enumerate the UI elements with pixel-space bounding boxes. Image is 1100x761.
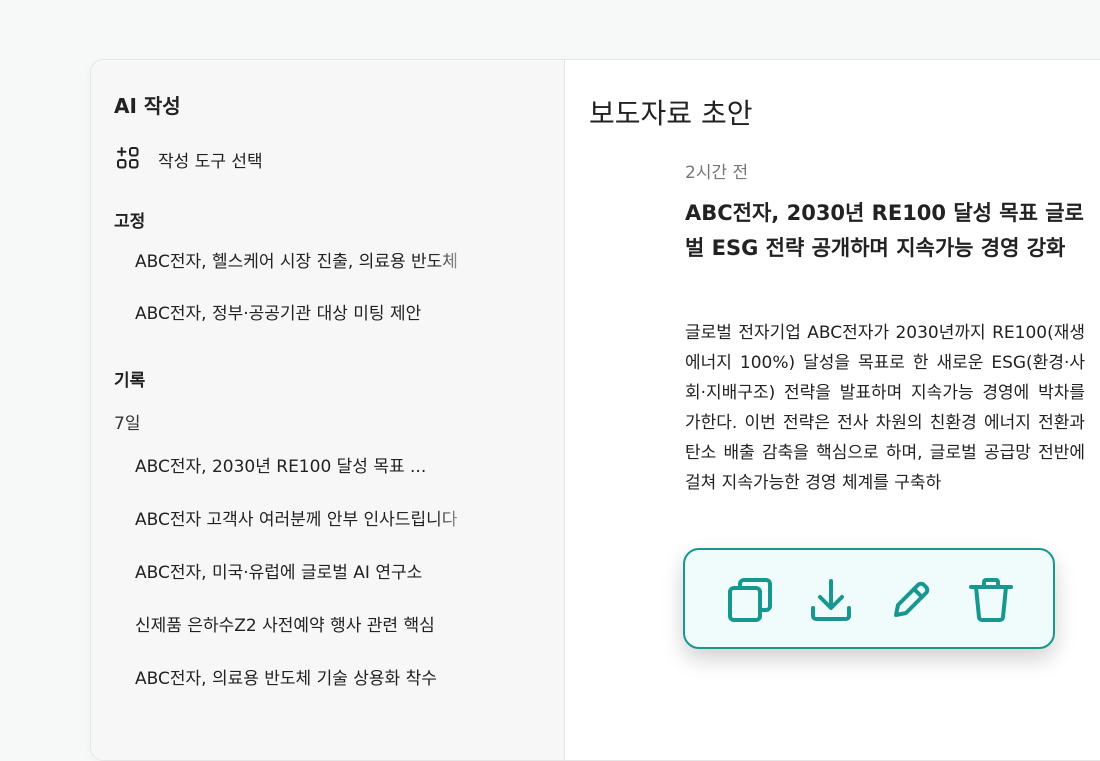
timestamp: 2시간 전 bbox=[685, 163, 749, 183]
copy-button[interactable] bbox=[726, 576, 774, 624]
pinned-item[interactable]: ABC전자, 정부·공공기관 대상 미팅 제안 bbox=[135, 299, 477, 329]
document-body: 글로벌 전자기업 ABC전자가 2030년까지 RE100(재생에너지 100%… bbox=[685, 323, 1085, 493]
history-item[interactable]: ABC전자 고객사 여러분께 안부 인사드립니다 bbox=[135, 505, 477, 535]
history-item[interactable]: ABC전자, 의료용 반도체 기술 상용화 착수 bbox=[135, 664, 477, 694]
sidebar-title: AI 작성 bbox=[114, 94, 181, 118]
edit-icon bbox=[894, 581, 930, 617]
pinned-section-label: 고정 bbox=[114, 212, 146, 232]
history-item[interactable]: 신제품 은하수Z2 사전예약 행사 관련 핵심 bbox=[135, 611, 477, 641]
sidebar: AI 작성 작성 도구 선택 고정 ABC전자, 헬스케어 시장 진출, 의료용… bbox=[91, 60, 565, 760]
page-title: 보도자료 초안 bbox=[589, 97, 753, 130]
tool-select-label: 작성 도구 선택 bbox=[158, 151, 263, 172]
tool-grid-icon bbox=[114, 145, 142, 173]
trash-icon bbox=[969, 578, 1013, 622]
document-headline: ABC전자, 2030년 RE100 달성 목표 글로벌 ESG 전략 공개하며… bbox=[685, 201, 1084, 260]
history-item[interactable]: ABC전자, 2030년 RE100 달성 목표 ... bbox=[135, 452, 477, 482]
pinned-item[interactable]: ABC전자, 헬스케어 시장 진출, 의료용 반도체 bbox=[135, 247, 477, 277]
download-icon bbox=[811, 579, 851, 621]
download-button[interactable] bbox=[807, 576, 855, 624]
history-section-label: 기록 bbox=[114, 371, 146, 391]
tool-select-button[interactable]: 작성 도구 선택 bbox=[114, 144, 263, 174]
app-window: AI 작성 작성 도구 선택 고정 ABC전자, 헬스케어 시장 진출, 의료용… bbox=[90, 59, 1100, 761]
edit-button[interactable] bbox=[887, 576, 935, 624]
history-item[interactable]: ABC전자, 미국·유럽에 글로벌 AI 연구소 bbox=[135, 558, 477, 588]
copy-icon bbox=[728, 578, 772, 622]
delete-button[interactable] bbox=[967, 576, 1015, 624]
action-toolbar bbox=[683, 548, 1055, 649]
history-group-label: 7일 bbox=[114, 414, 141, 434]
main-panel: 보도자료 초안 2시간 전 ABC전자, 2030년 RE100 달성 목표 글… bbox=[565, 60, 1100, 760]
